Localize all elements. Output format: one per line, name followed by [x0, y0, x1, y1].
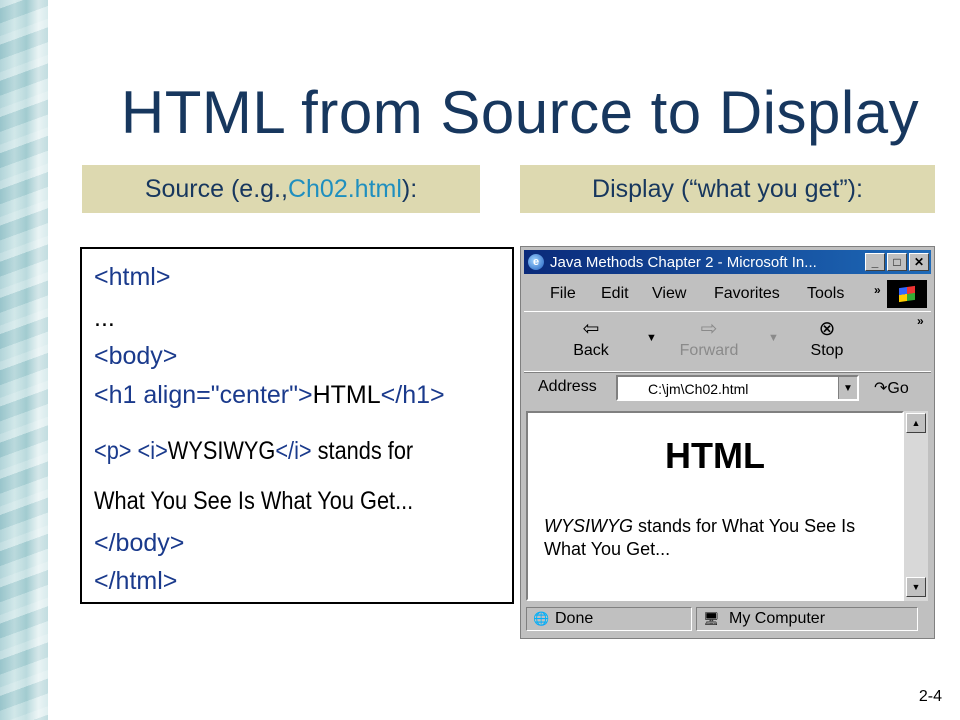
ie-icon: e	[528, 254, 544, 270]
back-arrow-icon: ⇦	[582, 318, 600, 340]
computer-icon: 🖥	[703, 611, 720, 626]
windows-logo	[887, 280, 927, 308]
vertical-scrollbar[interactable]: ▲ ▼	[904, 411, 928, 601]
status-bar: 🌐 Done 🖥 My Computer	[524, 605, 931, 635]
forward-label: Forward	[679, 342, 739, 359]
content-italic: WYSIWYG	[544, 516, 633, 536]
code-line-ellipsis: ...	[94, 304, 115, 332]
code-paragraph-rest: stands for	[311, 437, 414, 465]
status-left: 🌐 Done	[526, 607, 692, 631]
content-paragraph: WYSIWYG stands for What You See Is What …	[544, 515, 884, 561]
slide-title: HTML from Source to Display	[120, 79, 920, 146]
stop-button[interactable]: ⊗ Stop	[792, 316, 862, 360]
code-i-open-tag: <i>	[137, 437, 168, 465]
stop-icon: ⊗	[818, 318, 836, 340]
code-line-body-close: </body>	[94, 529, 185, 557]
go-label: Go	[887, 380, 909, 397]
display-header-text: Display (“what you get”):	[592, 174, 863, 203]
source-header-suffix: ):	[401, 174, 418, 203]
window-controls: _ □ ✕	[865, 253, 929, 271]
slide-number: 2-4	[918, 688, 942, 705]
menu-favorites[interactable]: Favorites	[714, 285, 780, 303]
toolbar-overflow-icon[interactable]: »	[917, 314, 924, 328]
minimize-button[interactable]: _	[865, 253, 885, 271]
address-value: C:\jm\Ch02.html	[648, 381, 749, 397]
address-input[interactable]: C:\jm\Ch02.html ▼	[616, 375, 859, 401]
code-paragraph-inner: <p> <i>WYSIWYG</i> stands for	[94, 437, 413, 466]
toolbar: ⇦ Back ▼ ⇨ Forward ▼ ⊗ Stop »	[524, 311, 931, 373]
code-p-tag: <p>	[94, 437, 132, 465]
source-code-box: <html> ... <body> <h1 align="center">HTM…	[80, 247, 514, 604]
window-title: Java Methods Chapter 2 - Microsoft In...	[550, 253, 817, 271]
code-paragraph-cont-text: What You See Is What You Get...	[94, 487, 414, 515]
scroll-down-icon[interactable]: ▼	[906, 577, 926, 597]
code-line-paragraph-cont: What You See Is What You Get...	[94, 487, 461, 516]
page-content: HTML WYSIWYG stands for What You See Is …	[526, 411, 904, 601]
code-i-close-tag: </i>	[275, 437, 312, 465]
address-bar: Address C:\jm\Ch02.html ▼ ↷Go	[524, 371, 931, 408]
maximize-button[interactable]: □	[887, 253, 907, 271]
forward-button[interactable]: ⇨ Forward	[674, 316, 744, 360]
ie-page-icon: 🌐	[533, 611, 550, 626]
back-button[interactable]: ⇦ Back	[556, 316, 626, 360]
status-done: Done	[555, 610, 594, 627]
menu-file[interactable]: File	[550, 285, 576, 303]
code-h1-open-tag: <h1 align="center">	[94, 381, 313, 409]
code-line-paragraph: <p> <i>WYSIWYG</i> stands for	[94, 437, 461, 466]
menu-tools[interactable]: Tools	[807, 285, 844, 303]
menu-bar: File Edit View Favorites Tools »	[524, 277, 931, 311]
windows-flag-icon	[899, 285, 915, 303]
display-header: Display (“what you get”):	[520, 165, 935, 213]
menu-edit[interactable]: Edit	[601, 285, 629, 303]
go-arrow-icon: ↷	[874, 380, 888, 397]
code-h1-close-tag: </h1>	[380, 381, 445, 409]
status-zone: 🖥 My Computer	[696, 607, 918, 631]
address-dropdown-icon[interactable]: ▼	[838, 377, 857, 399]
status-my-computer: My Computer	[729, 610, 826, 627]
browser-titlebar: e Java Methods Chapter 2 - Microsoft In.…	[524, 250, 931, 274]
menu-view[interactable]: View	[652, 285, 686, 303]
back-label: Back	[573, 342, 609, 359]
code-h1-text: HTML	[312, 381, 381, 409]
content-heading: HTML	[665, 435, 765, 476]
source-header-file: Ch02.html	[287, 174, 402, 203]
forward-arrow-icon: ⇨	[700, 318, 718, 340]
source-header-prefix: Source (e.g.,	[144, 174, 288, 203]
code-line-h1: <h1 align="center">HTML</h1>	[94, 381, 445, 410]
go-button[interactable]: ↷Go	[874, 378, 909, 398]
close-button[interactable]: ✕	[909, 253, 929, 271]
decorative-side-strip	[0, 0, 48, 720]
back-dropdown-icon[interactable]: ▼	[646, 332, 657, 344]
source-header: Source (e.g., Ch02.html):	[82, 165, 480, 213]
code-line-html-close: </html>	[94, 567, 178, 595]
stop-label: Stop	[810, 342, 844, 359]
code-i-text: WYSIWYG	[167, 437, 276, 465]
forward-dropdown-icon[interactable]: ▼	[768, 332, 779, 344]
scroll-up-icon[interactable]: ▲	[906, 413, 926, 433]
browser-window: e Java Methods Chapter 2 - Microsoft In.…	[520, 246, 935, 639]
code-line-body-open: <body>	[94, 342, 178, 370]
code-line-html-open: <html>	[94, 263, 171, 291]
menu-overflow-icon[interactable]: »	[874, 283, 881, 297]
address-label: Address	[538, 378, 597, 395]
